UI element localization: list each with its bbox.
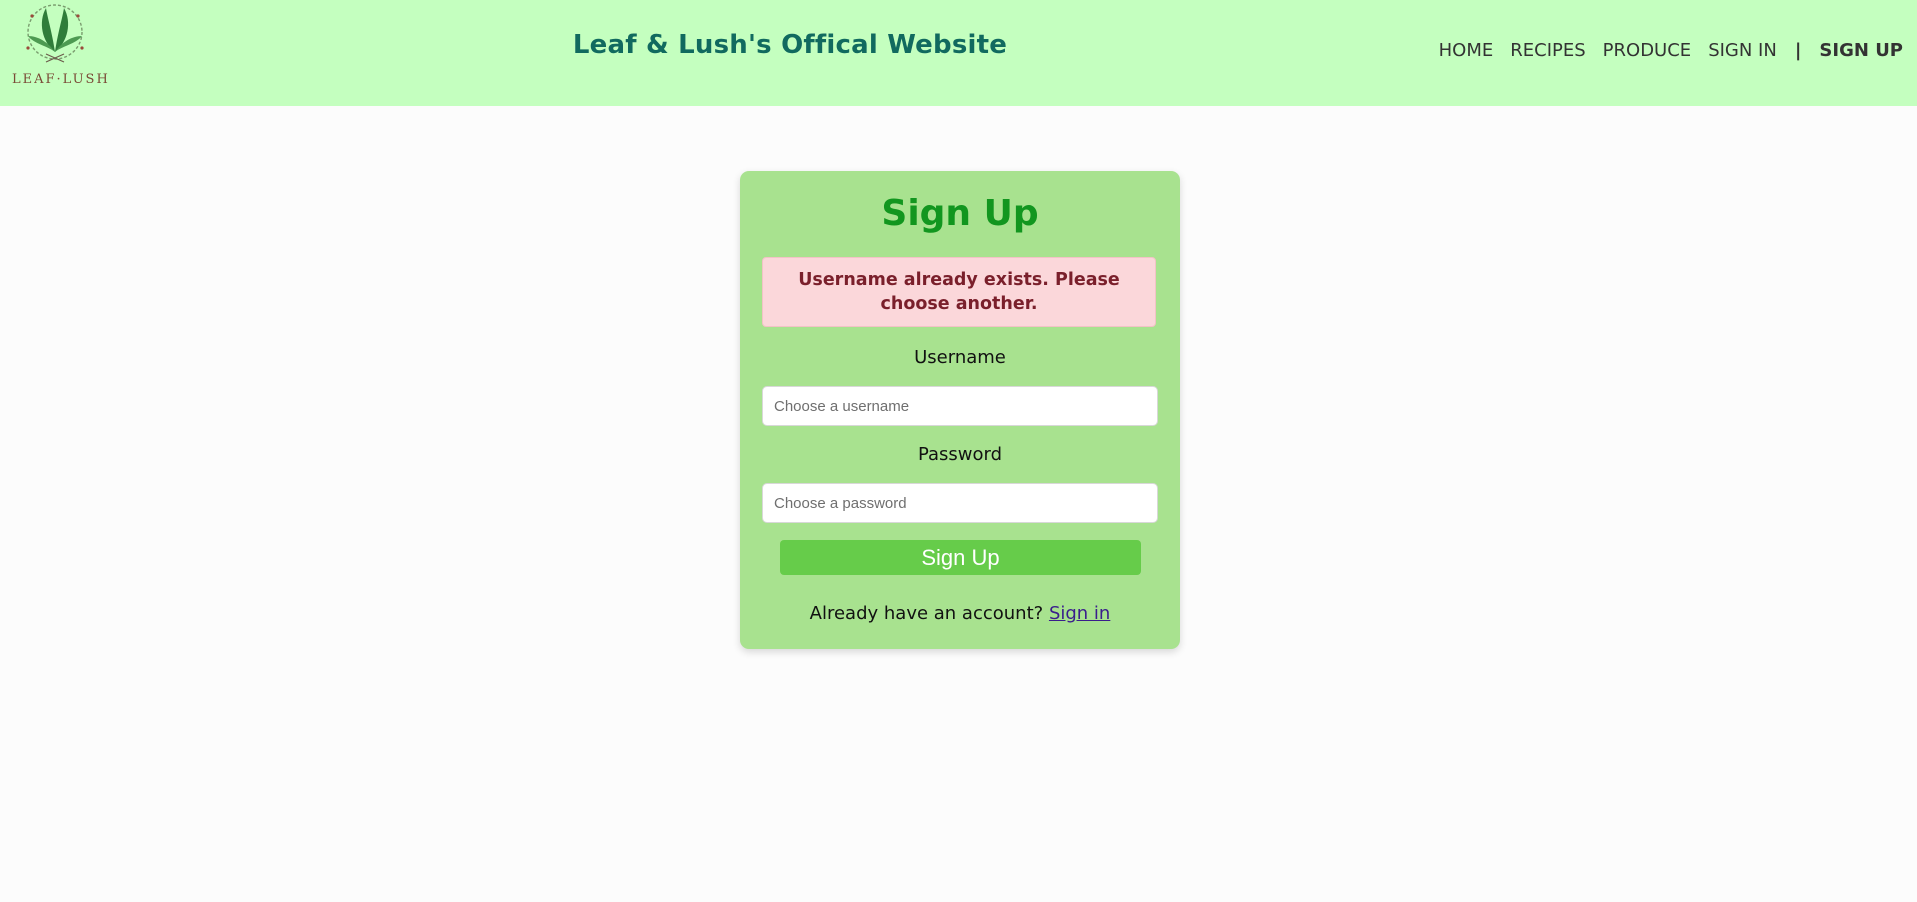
nav-home-link[interactable]: HOME: [1439, 40, 1494, 61]
error-alert: Username already exists. Please choose a…: [762, 257, 1156, 327]
nav-recipes-link[interactable]: RECIPES: [1510, 40, 1585, 61]
username-label: Username: [914, 347, 1006, 368]
leaf-wreath-logo-icon: [26, 4, 84, 63]
nav-sign-up-link[interactable]: SIGN UP: [1819, 40, 1903, 61]
main-nav: HOME RECIPES PRODUCE SIGN IN | SIGN UP: [1422, 40, 1903, 61]
site-title: Leaf & Lush's Offical Website: [572, 30, 1008, 60]
sign-up-button[interactable]: Sign Up: [780, 540, 1141, 575]
username-input[interactable]: [762, 386, 1158, 426]
logo-wordmark: LEAF·LUSH: [12, 72, 110, 87]
nav-produce-link[interactable]: PRODUCE: [1603, 40, 1692, 61]
password-label: Password: [917, 444, 1003, 465]
password-input[interactable]: [762, 483, 1158, 523]
signin-prompt: Already have an account? Sign in: [740, 603, 1180, 624]
nav-sign-in-link[interactable]: SIGN IN: [1708, 40, 1777, 61]
form-title: Sign Up: [881, 193, 1039, 234]
nav-separator: |: [1794, 40, 1802, 61]
signup-form-card: Sign Up Username already exists. Please …: [740, 171, 1180, 649]
sign-in-link[interactable]: Sign in: [1049, 603, 1110, 624]
signin-prompt-text: Already have an account?: [809, 603, 1044, 624]
site-header: LEAF·LUSH Leaf & Lush's Offical Website …: [0, 0, 1917, 106]
site-logo[interactable]: LEAF·LUSH: [12, 2, 110, 88]
